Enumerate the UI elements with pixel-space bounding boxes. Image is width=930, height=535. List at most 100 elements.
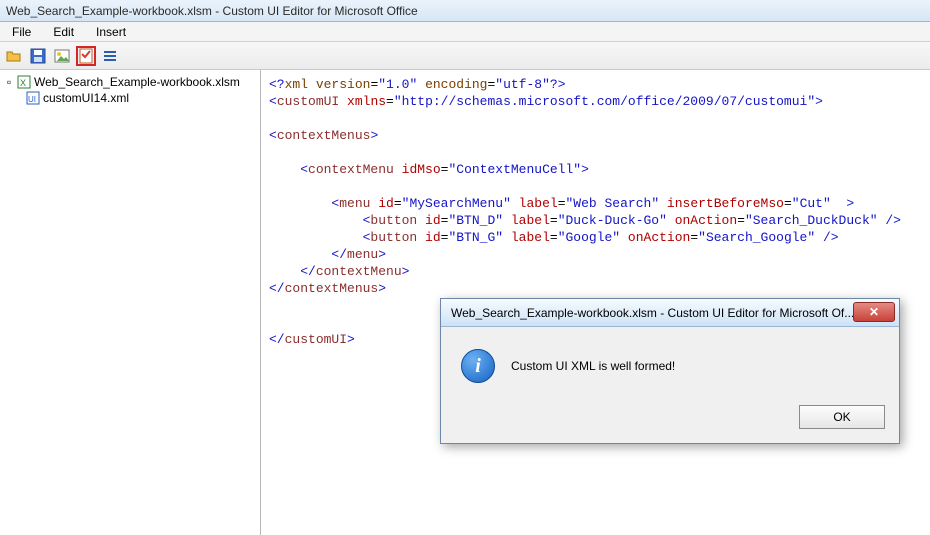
xml-token: label [503, 213, 550, 228]
document-tree: ▫ X Web_Search_Example-workbook.xlsm UI … [0, 70, 261, 535]
validate-xml-icon [78, 48, 94, 64]
xml-token: button [370, 230, 417, 245]
xml-token: < [269, 94, 277, 109]
xml-token: > [378, 281, 386, 296]
xml-token: < [269, 162, 308, 177]
floppy-save-icon [30, 48, 46, 64]
dialog-close-button[interactable]: ✕ [853, 302, 895, 322]
dialog-message: Custom UI XML is well formed! [511, 359, 675, 373]
menu-insert[interactable]: Insert [86, 23, 136, 41]
excel-file-icon: X [17, 75, 31, 89]
xml-file-icon: UI [26, 91, 40, 105]
xml-token: > [581, 162, 589, 177]
xml-token: "ContextMenuCell" [448, 162, 581, 177]
xml-token: > [831, 196, 854, 211]
xml-token: > [815, 94, 823, 109]
xml-token: <? [269, 77, 285, 92]
xml-token: label [503, 230, 550, 245]
xml-token: "Search_DuckDuck" [745, 213, 878, 228]
xml-token: "Google" [558, 230, 620, 245]
xml-token: ?> [550, 77, 566, 92]
xml-token: encoding [417, 77, 487, 92]
tree-toggle-icon[interactable]: ▫ [4, 75, 14, 89]
xml-token: contextMenu [308, 162, 394, 177]
xml-token: > [370, 128, 378, 143]
xml-token: label [511, 196, 558, 211]
ok-button[interactable]: OK [799, 405, 885, 429]
xml-token: = [550, 230, 558, 245]
dialog-titlebar[interactable]: Web_Search_Example-workbook.xlsm - Custo… [441, 299, 899, 327]
menu-file[interactable]: File [2, 23, 41, 41]
xml-token: menu [339, 196, 370, 211]
xml-token: "Cut" [792, 196, 831, 211]
xml-token: </ [269, 264, 316, 279]
xml-token: = [386, 94, 394, 109]
xml-token: "Web Search" [566, 196, 660, 211]
xml-token: = [737, 213, 745, 228]
picture-icon [54, 48, 70, 64]
xml-token: > [378, 247, 386, 262]
xml-token: contextMenus [285, 281, 379, 296]
xml-token: contextMenu [316, 264, 402, 279]
xml-token: "utf-8" [495, 77, 550, 92]
svg-text:UI: UI [28, 95, 36, 104]
toolbar-insert-icon-button[interactable] [52, 46, 72, 66]
xml-token: insertBeforeMso [659, 196, 784, 211]
xml-token: customUI [277, 94, 339, 109]
toolbar [0, 42, 930, 70]
info-glyph: i [475, 355, 481, 378]
svg-text:X: X [20, 78, 26, 88]
toolbar-validate-button[interactable] [76, 46, 96, 66]
toolbar-save-button[interactable] [28, 46, 48, 66]
xml-token: "MySearchMenu" [402, 196, 511, 211]
xml-token: "1.0" [378, 77, 417, 92]
close-icon: ✕ [869, 305, 879, 319]
xml-token: "Duck-Duck-Go" [558, 213, 667, 228]
dialog-title-text: Web_Search_Example-workbook.xlsm - Custo… [451, 306, 854, 320]
window-titlebar: Web_Search_Example-workbook.xlsm - Custo… [0, 0, 930, 22]
folder-open-icon [6, 48, 22, 64]
xml-token: contextMenus [277, 128, 371, 143]
xml-token: > [402, 264, 410, 279]
xml-token: button [370, 213, 417, 228]
xml-token: </ [269, 332, 285, 347]
tree-root-label: Web_Search_Example-workbook.xlsm [34, 75, 240, 89]
xml-token: id [417, 213, 440, 228]
toolbar-open-button[interactable] [4, 46, 24, 66]
xml-token: = [690, 230, 698, 245]
xml-token: = [394, 196, 402, 211]
xml-token: id [417, 230, 440, 245]
tree-root-workbook[interactable]: ▫ X Web_Search_Example-workbook.xlsm [2, 74, 258, 90]
menubar: File Edit Insert [0, 22, 930, 42]
tree-child-customui[interactable]: UI customUI14.xml [2, 90, 258, 106]
xml-token: < [269, 213, 370, 228]
xml-token: = [784, 196, 792, 211]
xml-token: < [269, 230, 370, 245]
xml-token: menu [347, 247, 378, 262]
xml-token: </ [269, 247, 347, 262]
xml-token: </ [269, 281, 285, 296]
xml-token: "BTN_D" [448, 213, 503, 228]
toolbar-generate-callback-button[interactable] [100, 46, 120, 66]
xml-token: idMso [394, 162, 441, 177]
message-dialog: Web_Search_Example-workbook.xlsm - Custo… [440, 298, 900, 444]
xml-token: xml version [285, 77, 371, 92]
xml-token: onAction [667, 213, 737, 228]
xml-token: = [558, 196, 566, 211]
xml-token: /> [878, 213, 901, 228]
info-icon: i [461, 349, 495, 383]
xml-token: < [269, 128, 277, 143]
xml-token: < [269, 196, 339, 211]
xml-token: /> [815, 230, 838, 245]
window-title: Web_Search_Example-workbook.xlsm - Custo… [6, 4, 418, 18]
menu-edit[interactable]: Edit [43, 23, 84, 41]
xml-token: xmlns [339, 94, 386, 109]
xml-token: = [550, 213, 558, 228]
xml-token: "http://schemas.microsoft.com/office/200… [394, 94, 815, 109]
dialog-button-row: OK [441, 397, 899, 443]
xml-token: > [347, 332, 355, 347]
xml-token: customUI [285, 332, 347, 347]
xml-token: onAction [620, 230, 690, 245]
xml-token: id [370, 196, 393, 211]
xml-token: "Search_Google" [698, 230, 815, 245]
